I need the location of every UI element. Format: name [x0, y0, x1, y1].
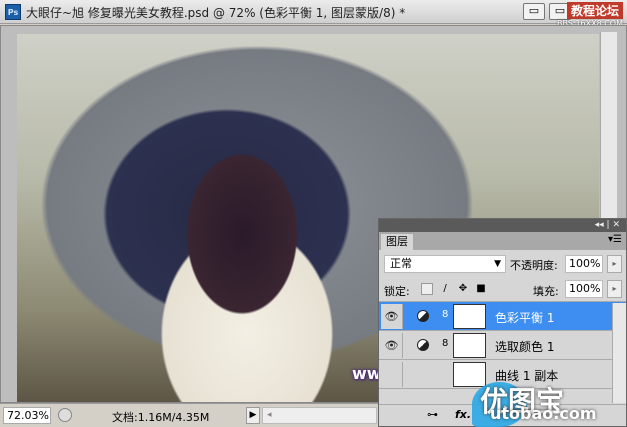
layer-name: 选取颜色 1 — [495, 340, 555, 354]
panel-header-controls[interactable]: ◂◂ | ✕ — [379, 219, 626, 232]
opacity-slider-button[interactable]: ▸ — [607, 255, 622, 273]
chevron-down-icon: ▼ — [494, 259, 501, 269]
fill-input[interactable]: 100% — [565, 280, 603, 298]
link-icon[interactable]: 8 — [442, 338, 448, 349]
eye-icon[interactable] — [381, 362, 403, 387]
fill-label: 填充: — [533, 285, 559, 298]
zoom-level-field[interactable]: 72.03% — [3, 407, 51, 424]
opacity-label: 不透明度: — [510, 259, 558, 272]
eye-icon[interactable]: 👁 — [381, 333, 403, 358]
layer-name: 色彩平衡 1 — [495, 311, 555, 325]
title-bar: Ps 大眼仔~旭 修复曝光美女教程.psd @ 72% (色彩平衡 1, 图层蒙… — [0, 0, 627, 28]
layer-row[interactable]: 👁 8 选取颜色 1 — [379, 331, 626, 360]
link-layers-icon[interactable]: ⊶ — [427, 408, 438, 421]
status-info-icon[interactable] — [58, 408, 72, 422]
lock-label: 锁定: — [384, 285, 410, 298]
fill-slider-button[interactable]: ▸ — [607, 280, 622, 298]
blend-mode-value: 正常 — [390, 257, 412, 270]
layer-mask-thumbnail[interactable] — [453, 333, 486, 358]
minimize-button[interactable]: ▭ — [523, 3, 545, 20]
document-title: 大眼仔~旭 修复曝光美女教程.psd @ 72% (色彩平衡 1, 图层蒙版/8… — [26, 6, 406, 20]
adjustment-icon — [417, 310, 429, 322]
eye-icon[interactable]: 👁 — [381, 304, 403, 329]
adjustment-icon — [417, 339, 429, 351]
panel-menu-icon[interactable]: ▾☰ — [608, 234, 622, 245]
status-menu-arrow[interactable]: ▶ — [246, 407, 260, 424]
watermark-utobao-url: utobao.com — [490, 404, 597, 423]
lock-brush-icon[interactable]: / — [439, 283, 451, 295]
tab-layers[interactable]: 图层 — [381, 234, 413, 250]
blend-mode-select[interactable]: 正常 ▼ — [384, 255, 506, 273]
watermark-forum: 教程论坛 — [566, 2, 623, 19]
layer-mask-thumbnail[interactable] — [453, 304, 486, 329]
layer-row[interactable]: 👁 8 色彩平衡 1 — [379, 302, 626, 331]
layers-scrollbar[interactable] — [612, 303, 626, 403]
lock-transparency-icon[interactable] — [421, 283, 433, 295]
opacity-input[interactable]: 100% — [565, 255, 603, 273]
fx-icon[interactable]: fx. — [455, 408, 471, 421]
document-size-info: 文档:1.16M/4.35M — [112, 411, 210, 424]
horizontal-scrollbar[interactable]: ◂ — [262, 407, 377, 424]
lock-all-icon[interactable]: ■ — [475, 283, 487, 295]
photoshop-icon: Ps — [5, 4, 21, 20]
link-icon[interactable]: 8 — [442, 309, 448, 320]
lock-move-icon[interactable]: ✥ — [457, 283, 469, 295]
